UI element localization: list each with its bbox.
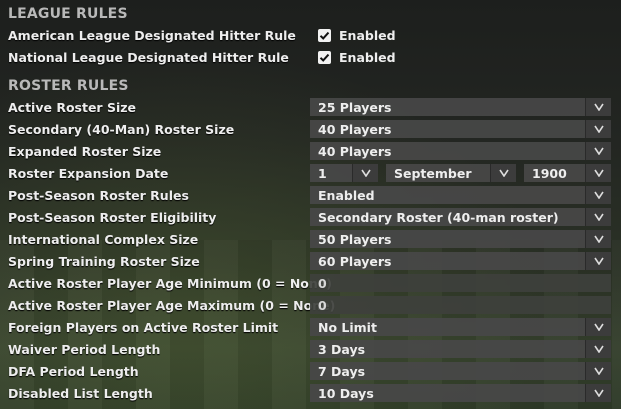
foreign-players-limit-label: Foreign Players on Active Roster Limit bbox=[8, 320, 279, 335]
chevron-down-icon[interactable] bbox=[585, 142, 611, 160]
chevron-down-icon[interactable] bbox=[585, 120, 611, 138]
spring-training-roster-size-label: Spring Training Roster Size bbox=[8, 254, 200, 269]
post-season-eligibility-row: Post-Season Roster Eligibility Secondary… bbox=[0, 207, 621, 227]
foreign-players-limit-row: Foreign Players on Active Roster Limit N… bbox=[0, 317, 621, 337]
age-maximum-input[interactable]: 0 bbox=[310, 296, 611, 314]
chevron-down-icon[interactable] bbox=[585, 252, 611, 270]
age-maximum-label: Active Roster Player Age Maximum (0 = No… bbox=[8, 298, 336, 313]
league-rules-heading: LEAGUE RULES bbox=[8, 6, 128, 22]
nl-dh-label: National League Designated Hitter Rule bbox=[8, 50, 289, 65]
roster-expansion-date-row: Roster Expansion Date 1 September 1900 bbox=[0, 163, 621, 183]
expanded-roster-size-row: Expanded Roster Size 40 Players bbox=[0, 141, 621, 161]
select-value: 3 Days bbox=[318, 342, 366, 357]
roster-rules-heading: ROSTER RULES bbox=[8, 78, 129, 94]
age-minimum-label: Active Roster Player Age Minimum (0 = No… bbox=[8, 276, 332, 291]
select-value: 1900 bbox=[532, 166, 567, 181]
chevron-down-icon[interactable] bbox=[585, 186, 611, 204]
chevron-down-icon[interactable] bbox=[585, 318, 611, 336]
select-value: Enabled bbox=[318, 188, 375, 203]
dfa-period-length-select[interactable]: 7 Days bbox=[310, 362, 611, 380]
chevron-down-icon[interactable] bbox=[585, 384, 611, 402]
post-season-roster-rules-select[interactable]: Enabled bbox=[310, 186, 611, 204]
post-season-roster-rules-row: Post-Season Roster Rules Enabled bbox=[0, 185, 621, 205]
chevron-down-icon[interactable] bbox=[585, 98, 611, 116]
secondary-roster-size-select[interactable]: 40 Players bbox=[310, 120, 611, 138]
dfa-period-length-row: DFA Period Length 7 Days bbox=[0, 361, 621, 381]
age-minimum-row: Active Roster Player Age Minimum (0 = No… bbox=[0, 273, 621, 293]
nl-dh-status: Enabled bbox=[339, 50, 396, 65]
al-dh-status: Enabled bbox=[339, 28, 396, 43]
spring-training-roster-size-select[interactable]: 60 Players bbox=[310, 252, 611, 270]
post-season-roster-rules-label: Post-Season Roster Rules bbox=[8, 188, 189, 203]
select-value: September bbox=[394, 166, 472, 181]
select-value: 7 Days bbox=[318, 364, 366, 379]
waiver-period-length-row: Waiver Period Length 3 Days bbox=[0, 339, 621, 359]
al-dh-row: American League Designated Hitter Rule E… bbox=[0, 25, 621, 45]
disabled-list-length-label: Disabled List Length bbox=[8, 386, 153, 401]
expanded-roster-size-label: Expanded Roster Size bbox=[8, 144, 162, 159]
expanded-roster-size-select[interactable]: 40 Players bbox=[310, 142, 611, 160]
age-minimum-input[interactable]: 0 bbox=[310, 274, 611, 292]
select-value: 40 Players bbox=[318, 144, 392, 159]
expansion-year-select[interactable]: 1900 bbox=[524, 164, 611, 182]
international-complex-size-label: International Complex Size bbox=[8, 232, 199, 247]
active-roster-size-select[interactable]: 25 Players bbox=[310, 98, 611, 116]
disabled-list-length-row: Disabled List Length 10 Days bbox=[0, 383, 621, 403]
expansion-month-select[interactable]: September bbox=[386, 164, 516, 182]
active-roster-size-label: Active Roster Size bbox=[8, 100, 136, 115]
chevron-down-icon[interactable] bbox=[585, 362, 611, 380]
secondary-roster-size-label: Secondary (40-Man) Roster Size bbox=[8, 122, 235, 137]
select-value: 10 Days bbox=[318, 386, 374, 401]
expansion-day-select[interactable]: 1 bbox=[310, 164, 378, 182]
nl-dh-row: National League Designated Hitter Rule E… bbox=[0, 47, 621, 67]
post-season-eligibility-label: Post-Season Roster Eligibility bbox=[8, 210, 217, 225]
select-value: 1 bbox=[318, 166, 327, 181]
select-value: 60 Players bbox=[318, 254, 392, 269]
select-value: No Limit bbox=[318, 320, 377, 335]
chevron-down-icon[interactable] bbox=[490, 164, 516, 182]
select-value: 50 Players bbox=[318, 232, 392, 247]
dfa-period-length-label: DFA Period Length bbox=[8, 364, 139, 379]
waiver-period-length-select[interactable]: 3 Days bbox=[310, 340, 611, 358]
foreign-players-limit-select[interactable]: No Limit bbox=[310, 318, 611, 336]
input-value: 0 bbox=[318, 298, 327, 313]
chevron-down-icon[interactable] bbox=[585, 230, 611, 248]
select-value: 40 Players bbox=[318, 122, 392, 137]
select-value: Secondary Roster (40-man roster) bbox=[318, 210, 559, 225]
secondary-roster-size-row: Secondary (40-Man) Roster Size 40 Player… bbox=[0, 119, 621, 139]
international-complex-size-row: International Complex Size 50 Players bbox=[0, 229, 621, 249]
roster-expansion-date-label: Roster Expansion Date bbox=[8, 166, 169, 181]
chevron-down-icon[interactable] bbox=[585, 164, 611, 182]
active-roster-size-row: Active Roster Size 25 Players bbox=[0, 97, 621, 117]
chevron-down-icon[interactable] bbox=[585, 340, 611, 358]
waiver-period-length-label: Waiver Period Length bbox=[8, 342, 161, 357]
input-value: 0 bbox=[318, 276, 327, 291]
checkmark-icon bbox=[319, 31, 330, 40]
international-complex-size-select[interactable]: 50 Players bbox=[310, 230, 611, 248]
age-maximum-row: Active Roster Player Age Maximum (0 = No… bbox=[0, 295, 621, 315]
chevron-down-icon[interactable] bbox=[585, 208, 611, 226]
post-season-eligibility-select[interactable]: Secondary Roster (40-man roster) bbox=[310, 208, 611, 226]
select-value: 25 Players bbox=[318, 100, 392, 115]
chevron-down-icon[interactable] bbox=[352, 164, 378, 182]
spring-training-roster-size-row: Spring Training Roster Size 60 Players bbox=[0, 251, 621, 271]
checkmark-icon bbox=[319, 53, 330, 62]
nl-dh-checkbox[interactable] bbox=[318, 51, 331, 64]
disabled-list-length-select[interactable]: 10 Days bbox=[310, 384, 611, 402]
al-dh-checkbox[interactable] bbox=[318, 29, 331, 42]
al-dh-label: American League Designated Hitter Rule bbox=[8, 28, 296, 43]
